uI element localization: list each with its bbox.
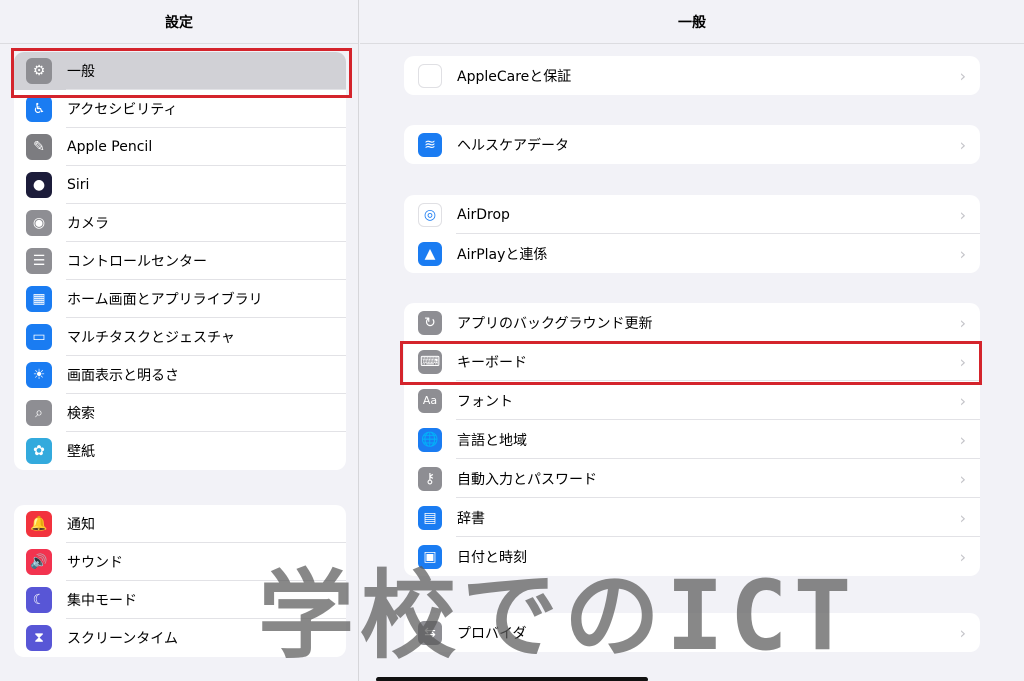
- font-icon: Aa: [418, 388, 442, 413]
- chevron-right-icon: ›: [959, 205, 966, 224]
- settings-row-2[interactable]: ▲ AirPlayと連係 ›: [404, 234, 980, 273]
- sidebar-item-10[interactable]: ⌕ 検索: [14, 394, 346, 432]
- chevron-right-icon: ›: [959, 547, 966, 566]
- airplay-icon: ▲: [418, 241, 442, 266]
- settings-row-6[interactable]: ▤ 辞書 ›: [404, 498, 980, 537]
- sidebar-item-9[interactable]: ☀ 画面表示と明るさ: [14, 356, 346, 394]
- sidebar-item-label: Siri: [67, 177, 90, 193]
- settings-row-label: 言語と地域: [457, 432, 527, 449]
- chevron-right-icon: ›: [959, 469, 966, 488]
- home-indicator[interactable]: [376, 677, 648, 681]
- gear-icon: ⚙: [26, 58, 52, 84]
- settings-row-label: AppleCareと保証: [457, 68, 572, 85]
- chevron-right-icon: ›: [959, 430, 966, 449]
- camera-icon: ◉: [26, 210, 52, 236]
- sidebar-item-3[interactable]: ✎ Apple Pencil: [14, 128, 346, 166]
- siri-icon: ●: [26, 172, 52, 198]
- sound-icon: 🔊: [26, 549, 52, 575]
- settings-row-label: フォント: [457, 393, 513, 410]
- settings-row-4[interactable]: 🌐 言語と地域 ›: [404, 420, 980, 459]
- settings-row-1[interactable]: ≋ ヘルスケアデータ ›: [404, 125, 980, 164]
- settings-row-label: AirPlayと連係: [457, 246, 548, 263]
- apple-logo-icon: [418, 63, 442, 88]
- watermark-text: 学校でのICT: [258, 560, 858, 672]
- chevron-right-icon: ›: [959, 508, 966, 527]
- background-refresh-icon: ↻: [418, 310, 442, 335]
- multitask-icon: ▭: [26, 324, 52, 350]
- pencil-icon: ✎: [26, 134, 52, 160]
- health-data-icon: ≋: [418, 132, 442, 157]
- chevron-right-icon: ›: [959, 352, 966, 371]
- settings-row-label: アプリのバックグラウンド更新: [457, 315, 653, 332]
- settings-row-label: ヘルスケアデータ: [457, 137, 569, 154]
- keyboard-icon: ⌨: [418, 349, 442, 374]
- dictionary-icon: ▤: [418, 505, 442, 530]
- main-group-health: ≋ ヘルスケアデータ ›: [404, 125, 980, 164]
- sidebar-item-label: ホーム画面とアプリライブラリ: [67, 292, 263, 308]
- sidebar-item-label: 検索: [67, 406, 95, 422]
- control-center-icon: ☰: [26, 248, 52, 274]
- focus-moon-icon: ☾: [26, 587, 52, 613]
- sidebar-item-6[interactable]: ☰ コントロールセンター: [14, 242, 346, 280]
- sidebar-item-label: 一般: [67, 64, 95, 80]
- sidebar-group-general: ⚙ 一般 ♿ アクセシビリティ ✎ Apple Pencil ● Siri ◉ カメラ ☰ コントロー…: [14, 52, 346, 470]
- search-icon: ⌕: [26, 400, 52, 426]
- sidebar-item-label: コントロールセンター: [67, 254, 207, 270]
- chevron-right-icon: ›: [959, 244, 966, 263]
- home-screen-icon: ▦: [26, 286, 52, 312]
- sidebar-item-label: アクセシビリティ: [67, 102, 178, 118]
- settings-row-1[interactable]: ◎ AirDrop ›: [404, 195, 980, 234]
- notification-icon: 🔔: [26, 511, 52, 537]
- settings-row-label: キーボード: [457, 354, 527, 371]
- sidebar-item-11[interactable]: ✿ 壁紙: [14, 432, 346, 470]
- main-title: 一般: [360, 0, 1024, 44]
- sidebar-item-1[interactable]: ⚙ 一般: [14, 52, 346, 90]
- sidebar-item-label: 壁紙: [67, 444, 95, 460]
- settings-row-2[interactable]: ⌨ キーボード ›: [404, 342, 980, 381]
- settings-row-label: AirDrop: [457, 206, 510, 223]
- sidebar-item-label: カメラ: [67, 216, 109, 232]
- accessibility-icon: ♿: [26, 96, 52, 122]
- chevron-right-icon: ›: [959, 135, 966, 154]
- sidebar-title: 設定: [0, 0, 358, 44]
- chevron-right-icon: ›: [959, 313, 966, 332]
- sidebar-item-2[interactable]: ♿ アクセシビリティ: [14, 90, 346, 128]
- brightness-icon: ☀: [26, 362, 52, 388]
- settings-row-1[interactable]: ↻ アプリのバックグラウンド更新 ›: [404, 303, 980, 342]
- sidebar-item-label: 画面表示と明るさ: [67, 368, 179, 384]
- wallpaper-icon: ✿: [26, 438, 52, 464]
- sidebar-item-label: マルチタスクとジェスチャ: [67, 330, 235, 346]
- sidebar-item-7[interactable]: ▦ ホーム画面とアプリライブラリ: [14, 280, 346, 318]
- main-group-airdrop: ◎ AirDrop › ▲ AirPlayと連係 ›: [404, 195, 980, 273]
- sidebar-item-8[interactable]: ▭ マルチタスクとジェスチャ: [14, 318, 346, 356]
- chevron-right-icon: ›: [959, 66, 966, 85]
- settings-row-label: 自動入力とパスワード: [457, 471, 597, 488]
- main-group-settings: ↻ アプリのバックグラウンド更新 › ⌨ キーボード › Aa フォント › 🌐 言語と地域 › ⚷ 自動…: [404, 303, 980, 576]
- settings-row-3[interactable]: Aa フォント ›: [404, 381, 980, 420]
- sidebar-item-label: Apple Pencil: [67, 139, 153, 155]
- hourglass-icon: ⧗: [26, 625, 52, 651]
- settings-row-label: 辞書: [457, 510, 485, 527]
- key-icon: ⚷: [418, 466, 442, 491]
- sidebar-item-label: 通知: [67, 517, 95, 533]
- sidebar-item-label: 集中モード: [67, 593, 137, 609]
- chevron-right-icon: ›: [959, 623, 966, 642]
- sidebar-item-label: サウンド: [67, 555, 123, 571]
- chevron-right-icon: ›: [959, 391, 966, 410]
- airdrop-icon: ◎: [418, 202, 442, 227]
- sidebar-item-4[interactable]: ● Siri: [14, 166, 346, 204]
- sidebar-item-5[interactable]: ◉ カメラ: [14, 204, 346, 242]
- globe-icon: 🌐: [418, 427, 442, 452]
- sidebar-item-label: スクリーンタイム: [67, 631, 179, 647]
- main-group-applecare: AppleCareと保証 ›: [404, 56, 980, 95]
- settings-row-1[interactable]: AppleCareと保証 ›: [404, 56, 980, 95]
- settings-row-5[interactable]: ⚷ 自動入力とパスワード ›: [404, 459, 980, 498]
